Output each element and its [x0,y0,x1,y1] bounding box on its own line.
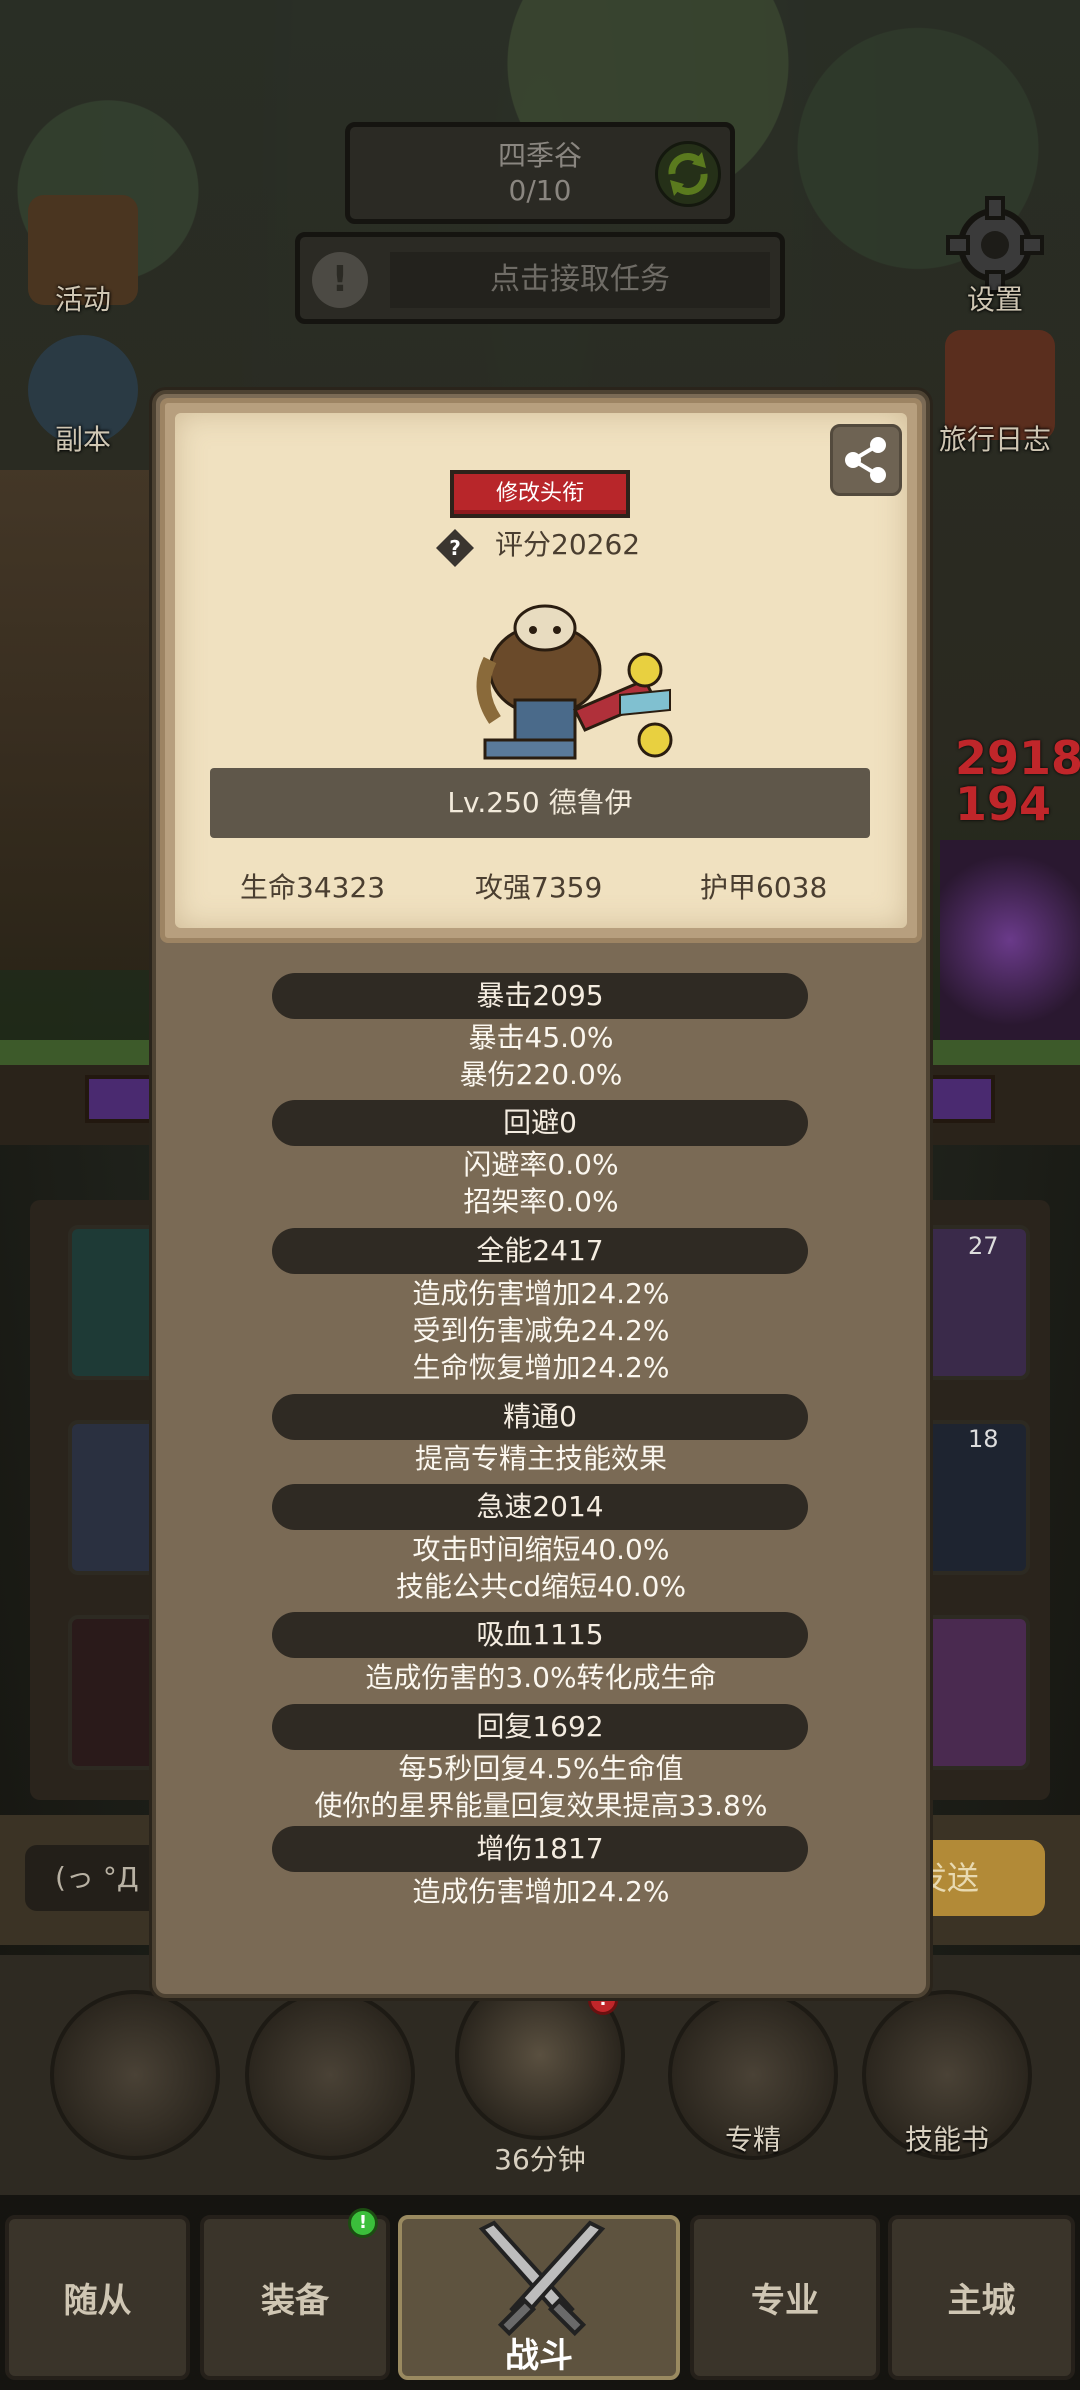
druid-avatar [476,604,673,760]
specialization-label: 专精 [724,2123,781,2156]
bread-button[interactable] [245,1990,415,2160]
crossed-swords-icon [478,2220,606,2337]
tab-label: 主城 [947,2281,1016,2321]
refresh-icon [668,152,708,196]
help-icon[interactable]: ? [435,528,475,568]
activity-label[interactable]: 活动 [13,278,153,318]
avoidance-section-header: 回避0 [272,1100,808,1146]
potion-button[interactable] [50,1990,220,2160]
tab-label: 专业 [751,2281,819,2321]
tab-main-city[interactable]: 主城 [888,2215,1075,2380]
travel-log-label[interactable]: 旅行日志 [925,418,1065,458]
stat-detail-line: 攻击时间缩短40.0% [412,1533,670,1566]
tab-label: 随从 [63,2281,132,2321]
equipment-notification-dot: ! [348,2208,378,2238]
share-button[interactable] [830,424,902,496]
stat-detail-line: 技能公共cd缩短40.0% [395,1570,687,1603]
help-glyph: ? [449,536,461,560]
dungeon-label[interactable]: 副本 [13,418,153,458]
critical-section-header: 暴击2095 [272,973,808,1019]
stat-detail-line: 暴击45.0% [468,1021,614,1054]
tab-followers[interactable]: 随从 [5,2215,190,2380]
stat-detail-line: 受到伤害减免24.2% [412,1314,670,1347]
alert-icon: ! [312,252,368,308]
quest-prompt[interactable]: 点击接取任务 [390,252,770,308]
edit-title-button[interactable]: 修改头衔 [450,470,630,518]
stat-detail-line: 造成伤害的3.0%转化成生命 [365,1661,717,1694]
lifesteal-section-header: 吸血1115 [272,1612,808,1658]
stat-detail-line: 每5秒回复4.5%生命值 [398,1752,684,1785]
tab-label: 装备 [261,2281,329,2321]
stat-detail-line: 闪避率0.0% [463,1148,619,1181]
skill-book-label: 技能书 [904,2123,989,2156]
stat-detail-line: 造成伤害增加24.2% [412,1277,670,1310]
tab-profession[interactable]: 专业 [690,2215,880,2380]
tab-label: 战斗 [505,2336,573,2376]
versatility-section-header: 全能2417 [272,1228,808,1274]
score-text: 评分20262 [495,528,641,561]
damage-number-2: 194 [955,777,1052,831]
character-name-banner: Lv.250 德鲁伊 [210,768,870,838]
skill-level-badge: 18 [968,1425,999,1453]
stat-detail-line: 提高专精主技能效果 [414,1442,667,1475]
stat-detail-line: 生命恢复增加24.2% [412,1351,670,1384]
tab-battle[interactable]: 战斗 [398,2215,680,2380]
attack-power-stat: 攻强7359 [475,871,603,904]
stat-detail-line: 暴伤220.0% [459,1058,623,1091]
damage-number-1: 2918 [955,731,1080,785]
refresh-button[interactable] [655,141,721,207]
hp-stat: 生命34323 [240,871,386,904]
damage-bonus-section-header: 增伤1817 [272,1826,808,1872]
regeneration-section-header: 回复1692 [272,1704,808,1750]
enemy-glow [940,840,1080,1040]
stat-detail-line: 招架率0.0% [463,1185,619,1218]
armor-stat: 护甲6038 [700,871,828,904]
share-icon [845,437,886,483]
mastery-section-header: 精通0 [272,1394,808,1440]
skill-slot[interactable] [920,1615,1030,1770]
skill-level-badge: 27 [968,1232,999,1260]
chest-timer: 36分钟 [494,2143,586,2176]
haste-section-header: 急速2014 [272,1484,808,1530]
stat-detail-line: 使你的星界能量回复效果提高33.8% [314,1789,768,1822]
settings-label[interactable]: 设置 [925,278,1065,318]
village-house [0,470,150,970]
damage-number: 2918 194 [955,735,1080,827]
tab-equipment[interactable]: 装备 [200,2215,390,2380]
stat-detail-line: 造成伤害增加24.2% [412,1875,670,1908]
